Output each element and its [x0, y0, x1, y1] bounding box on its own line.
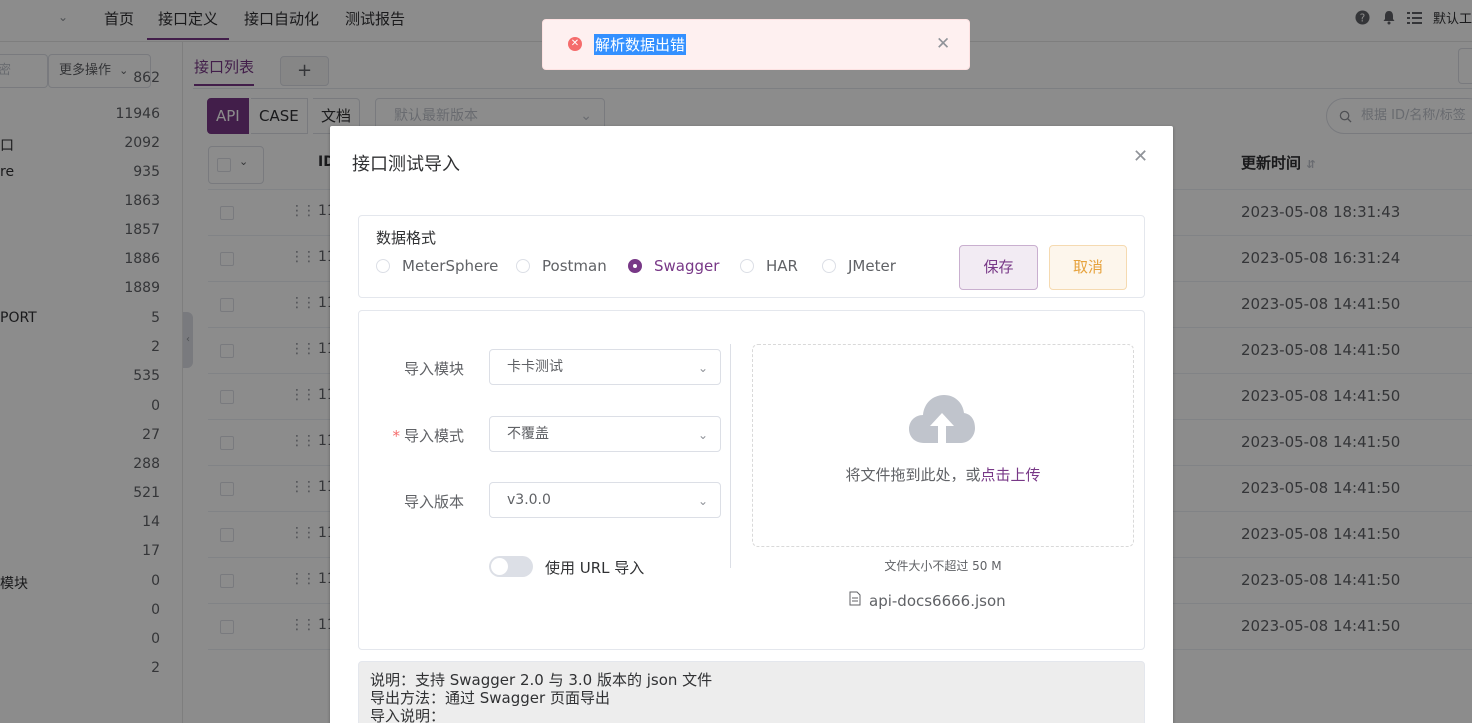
import-version-value: v3.0.0 [507, 492, 551, 508]
radio-postman[interactable]: Postman [516, 256, 607, 276]
module-label: 导入模块 [403, 360, 464, 378]
chevron-down-icon: ⌄ [697, 494, 708, 508]
error-message-text: 解析数据出错 [594, 34, 687, 55]
document-icon [849, 591, 861, 610]
chevron-down-icon: ⌄ [697, 428, 708, 442]
upload-size-tip: 文件大小不超过 50 M [884, 559, 1002, 573]
mode-label: * 导入模式 [392, 427, 464, 445]
chevron-down-icon: ⌄ [697, 361, 708, 375]
radio-har[interactable]: HAR [740, 256, 798, 276]
note-line: 导出方法：通过 Swagger 页面导出 [370, 689, 610, 707]
radio-swagger[interactable]: Swagger [628, 256, 719, 276]
module-select[interactable]: 卡卡测试 ⌄ [489, 349, 721, 385]
upload-dropzone[interactable]: 将文件拖到此处，或点击上传 [752, 344, 1134, 547]
import-notes: 说明：支持 Swagger 2.0 与 3.0 版本的 json 文件 导出方法… [358, 661, 1145, 723]
click-upload-link[interactable]: 点击上传 [981, 466, 1041, 484]
import-version-label: 导入版本 [403, 493, 464, 511]
error-icon: ✕ [568, 37, 582, 51]
save-button[interactable]: 保存 [959, 245, 1038, 290]
note-line: 说明：支持 Swagger 2.0 与 3.0 版本的 json 文件 [370, 671, 713, 689]
module-value: 卡卡测试 [507, 359, 563, 375]
url-import-toggle[interactable] [489, 556, 533, 577]
import-version-select[interactable]: v3.0.0 ⌄ [489, 482, 721, 518]
cancel-button[interactable]: 取消 [1049, 245, 1127, 290]
mode-value: 不覆盖 [507, 426, 549, 442]
radio-metersphere[interactable]: MeterSphere [376, 256, 498, 276]
import-form-card: 导入模块 卡卡测试 ⌄ * 导入模式 不覆盖 ⌄ 导入版本 v3.0.0 ⌄ 使用… [358, 310, 1145, 650]
dialog-title: 接口测试导入 [352, 154, 460, 175]
upload-text: 将文件拖到此处，或点击上传 [845, 466, 1041, 484]
file-name: api-docs6666.json [869, 591, 1006, 610]
form-divider [730, 344, 731, 568]
uploaded-file[interactable]: api-docs6666.json [849, 591, 1006, 610]
format-label: 数据格式 [376, 229, 437, 247]
import-dialog: 接口测试导入 ✕ 数据格式 MeterSphere Postman Swagge… [330, 126, 1173, 723]
radio-jmeter[interactable]: JMeter [822, 256, 896, 276]
url-import-label: 使用 URL 导入 [545, 559, 645, 577]
mode-select[interactable]: 不覆盖 ⌄ [489, 416, 721, 452]
error-message-toast: ✕ 解析数据出错 ✕ [542, 19, 970, 70]
format-card: 数据格式 MeterSphere Postman Swagger HAR JMe… [358, 215, 1145, 298]
close-icon[interactable]: ✕ [936, 34, 950, 54]
note-line: 导入说明： [370, 707, 446, 723]
close-icon[interactable]: ✕ [1133, 146, 1148, 167]
upload-cloud-icon [908, 393, 976, 449]
